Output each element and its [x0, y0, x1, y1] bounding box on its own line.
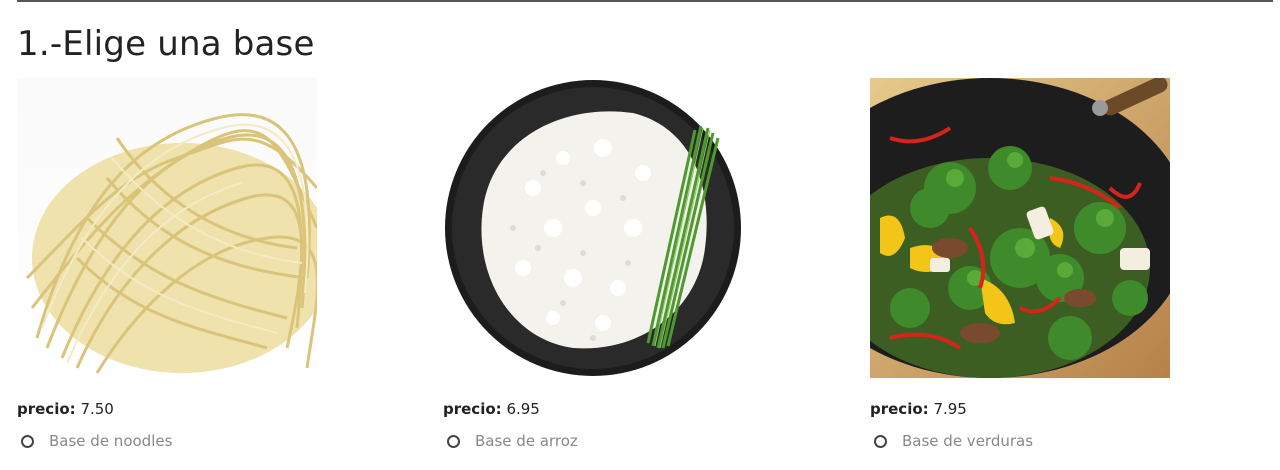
price-noodles: precio: 7.50 — [17, 400, 114, 418]
price-label: precio: — [443, 400, 502, 418]
option-label: Base de verduras — [902, 432, 1034, 450]
price-value: 7.95 — [933, 400, 967, 418]
price-arroz: precio: 6.95 — [443, 400, 540, 418]
noodles-image — [17, 78, 317, 378]
option-verduras[interactable]: Base de verduras — [870, 432, 1033, 450]
option-arroz[interactable]: Base de arroz — [443, 432, 578, 450]
base-card-verduras: precio: 7.95 Base de verduras — [870, 78, 1170, 450]
price-value: 6.95 — [506, 400, 540, 418]
option-noodles[interactable]: Base de noodles — [17, 432, 172, 450]
section-title: 1.-Elige una base — [17, 24, 315, 64]
rice-image — [443, 78, 743, 378]
radio-noodles[interactable] — [21, 434, 34, 448]
price-label: precio: — [870, 400, 929, 418]
price-label: precio: — [17, 400, 76, 418]
vegetables-image — [870, 78, 1170, 378]
radio-arroz[interactable] — [447, 434, 460, 448]
price-verduras: precio: 7.95 — [870, 400, 967, 418]
option-label: Base de noodles — [49, 432, 173, 450]
base-card-noodles: precio: 7.50 Base de noodles — [17, 78, 317, 450]
price-value: 7.50 — [80, 400, 114, 418]
option-label: Base de arroz — [475, 432, 578, 450]
top-divider — [17, 0, 1273, 2]
base-card-arroz: precio: 6.95 Base de arroz — [443, 78, 743, 450]
radio-verduras[interactable] — [874, 434, 887, 448]
